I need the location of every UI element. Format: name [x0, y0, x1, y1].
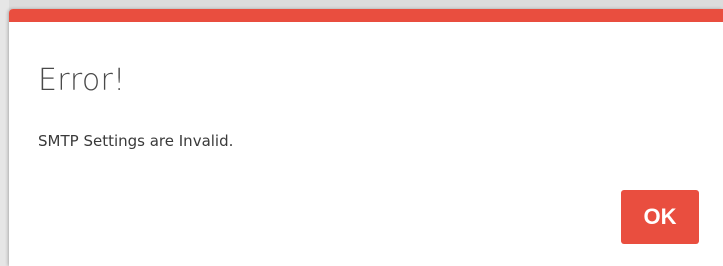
ok-button[interactable]: OK [621, 190, 699, 244]
underlying-page-edge [0, 0, 9, 266]
dialog-message: SMTP Settings are Invalid. [38, 132, 234, 150]
dialog-accent-bar [9, 9, 723, 22]
error-dialog: Error! SMTP Settings are Invalid. OK [9, 9, 723, 266]
dialog-title: Error! [38, 63, 126, 98]
